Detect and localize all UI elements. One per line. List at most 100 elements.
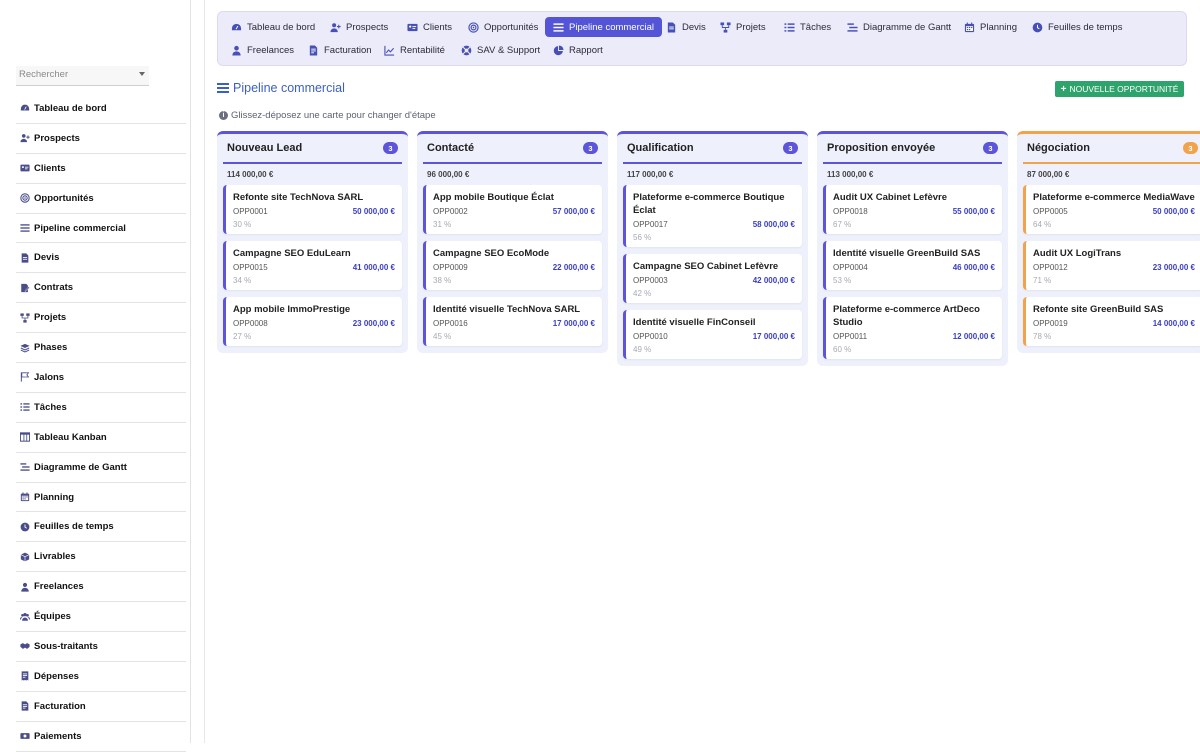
top-navigation: Tableau de bord Prospects Clients Opportuni…: [217, 11, 1187, 66]
sidebar-item-clients[interactable]: Clients: [16, 154, 186, 184]
tab-label: Freelances: [247, 44, 294, 56]
card-reference: OPP0011: [833, 332, 868, 341]
card-reference: OPP0015: [233, 263, 268, 272]
target-icon: [20, 193, 30, 203]
sidebar-item-sous-traitants[interactable]: Sous-traitants: [16, 632, 186, 662]
tab-projets[interactable]: Projets: [712, 17, 774, 37]
tab-freelances[interactable]: Freelances: [223, 40, 302, 60]
card-amount: 17 000,00 €: [552, 319, 595, 328]
sidebar-item-label: Équipes: [34, 611, 71, 623]
sidebar-item-contrats[interactable]: Contrats: [16, 273, 186, 304]
sidebar-item-equipes[interactable]: Équipes: [16, 602, 186, 633]
card-reference: OPP0005: [1033, 207, 1068, 216]
sidebar-item-devis[interactable]: Devis: [16, 243, 186, 274]
card-title: Campagne SEO Cabinet Lefèvre: [633, 261, 779, 272]
tab-rentabilite[interactable]: Rentabilité: [376, 40, 453, 60]
opportunity-card[interactable]: Identité visuelle GreenBuild SAS OPP0004 4…: [823, 241, 1002, 290]
card-probability: 53 %: [833, 276, 852, 285]
opportunity-card[interactable]: Refonte site GreenBuild SAS OPP0019 14 000…: [1023, 297, 1200, 346]
tab-opportunites[interactable]: Opportunités: [460, 17, 546, 37]
card-reference: OPP0017: [633, 220, 668, 229]
card-amount: 22 000,00 €: [552, 263, 595, 272]
opportunity-card[interactable]: Audit UX Cabinet Lefèvre OPP0018 55 000,00…: [823, 185, 1002, 234]
card-amount: 14 000,00 €: [1152, 319, 1195, 328]
opportunity-card[interactable]: Plateforme e-commerce MediaWave OPP0005 50…: [1023, 185, 1200, 234]
sidebar-item-phases[interactable]: Phases: [16, 333, 186, 364]
tab-devis[interactable]: Devis: [658, 17, 714, 37]
column-title: Négociation: [1027, 142, 1090, 154]
sidebar-item-planning[interactable]: Planning: [16, 483, 186, 513]
tab-diagramme-de-gantt[interactable]: Diagramme de Gantt: [839, 17, 959, 37]
tab-pipeline-commercial[interactable]: Pipeline commercial: [545, 17, 663, 37]
tab-taches[interactable]: Tâches: [776, 17, 839, 37]
tab-tableau-de-bord[interactable]: Tableau de bord: [223, 17, 323, 37]
opportunity-card[interactable]: Refonte site TechNova SARL OPP0001 50 000,…: [223, 185, 402, 234]
sidebar-item-paiements[interactable]: Paiements: [16, 722, 186, 752]
sidebar-item-label: Sous-traitants: [34, 640, 98, 652]
tab-label: Tâches: [800, 21, 832, 33]
card-probability: 38 %: [433, 276, 452, 285]
tab-planning[interactable]: Planning: [956, 17, 1025, 37]
sidebar-item-jalons[interactable]: Jalons: [16, 363, 186, 393]
gantt-icon: [847, 22, 858, 33]
opportunity-card[interactable]: Campagne SEO Cabinet Lefèvre OPP0003 42 00…: [623, 254, 802, 303]
sidebar-item-diagramme-de-gantt[interactable]: Diagramme de Gantt: [16, 453, 186, 483]
tab-rapport[interactable]: Rapport: [545, 40, 611, 60]
sidebar-item-label: Clients: [34, 162, 66, 174]
user-icon: [231, 45, 242, 56]
column-title: Qualification: [627, 142, 694, 154]
card-reference: OPP0002: [433, 207, 468, 216]
tab-label: Prospects: [346, 21, 389, 33]
sidebar-item-tableau-de-bord[interactable]: Tableau de bord: [16, 94, 186, 124]
card-title: Identité visuelle TechNova SARL: [433, 304, 581, 315]
opportunity-card[interactable]: App mobile Boutique Éclat OPP0002 57 000,0…: [423, 185, 602, 234]
dashboard-icon: [231, 22, 242, 33]
column-header: Négociation 3: [1023, 134, 1200, 164]
new-opportunity-button[interactable]: + NOUVELLE OPPORTUNITÉ: [1055, 81, 1184, 97]
tab-label: Clients: [423, 21, 453, 33]
card-amount: 50 000,00 €: [1152, 207, 1195, 216]
chart-icon: [384, 45, 395, 56]
column-count-badge: 3: [783, 142, 798, 154]
card-probability: 78 %: [1033, 332, 1052, 341]
sidebar-item-livrables[interactable]: Livrables: [16, 542, 186, 573]
sidebar-item-label: Paiements: [34, 730, 82, 742]
sidebar-item-projets[interactable]: Projets: [16, 303, 186, 334]
sidebar-item-freelances[interactable]: Freelances: [16, 572, 186, 603]
contract-icon: [20, 283, 30, 293]
opportunity-card[interactable]: Campagne SEO EcoMode OPP0009 22 000,00 € 38…: [423, 241, 602, 290]
opportunity-card[interactable]: App mobile ImmoPrestige OPP0008 23 000,00 …: [223, 297, 402, 346]
opportunity-card[interactable]: Campagne SEO EduLearn OPP0015 41 000,00 € 3…: [223, 241, 402, 290]
sidebar-item-label: Opportunités: [34, 192, 94, 204]
card-amount: 58 000,00 €: [752, 220, 795, 229]
opportunity-card[interactable]: Identité visuelle TechNova SARL OPP0016 17…: [423, 297, 602, 346]
card-reference: OPP0004: [833, 263, 868, 272]
kanban-icon: [20, 432, 30, 442]
card-amount: 41 000,00 €: [352, 263, 395, 272]
tab-clients[interactable]: Clients: [399, 17, 460, 37]
tab-facturation[interactable]: Facturation: [300, 40, 380, 60]
sidebar-item-opportunites[interactable]: Opportunités: [16, 184, 186, 214]
sidebar-search-placeholder: Rechercher: [19, 69, 69, 80]
user-plus-icon: [20, 133, 30, 143]
tab-feuilles-de-temps[interactable]: Feuilles de temps: [1024, 17, 1130, 37]
bars-icon: [553, 22, 564, 33]
tab-sav-support[interactable]: SAV & Support: [453, 40, 548, 60]
pipeline-column: Nouveau Lead 3 114 000,00 € Refonte site Te…: [217, 131, 408, 353]
sidebar-item-taches[interactable]: Tâches: [16, 393, 186, 423]
card-reference: OPP0008: [233, 319, 268, 328]
sidebar-item-facturation[interactable]: Facturation: [16, 692, 186, 722]
sidebar-item-pipeline-commercial[interactable]: Pipeline commercial: [16, 214, 186, 244]
sidebar-item-prospects[interactable]: Prospects: [16, 124, 186, 154]
sidebar-item-feuilles-de-temps[interactable]: Feuilles de temps: [16, 512, 186, 543]
opportunity-card[interactable]: Audit UX LogiTrans OPP0012 23 000,00 € 71 %: [1023, 241, 1200, 290]
opportunity-card[interactable]: Plateforme e-commerce Boutique Éclat OPP0…: [623, 185, 802, 247]
column-header: Qualification 3: [623, 134, 802, 164]
sidebar-item-tableau-kanban[interactable]: Tableau Kanban: [16, 423, 186, 453]
card-title: Identité visuelle GreenBuild SAS: [833, 248, 981, 259]
sidebar-item-depenses[interactable]: Dépenses: [16, 662, 186, 692]
opportunity-card[interactable]: Plateforme e-commerce ArtDeco Studio OPP0…: [823, 297, 1002, 359]
sidebar-search-select[interactable]: Rechercher: [16, 66, 149, 86]
opportunity-card[interactable]: Identité visuelle FinConseil OPP0010 17 00…: [623, 310, 802, 359]
tab-prospects[interactable]: Prospects: [322, 17, 396, 37]
